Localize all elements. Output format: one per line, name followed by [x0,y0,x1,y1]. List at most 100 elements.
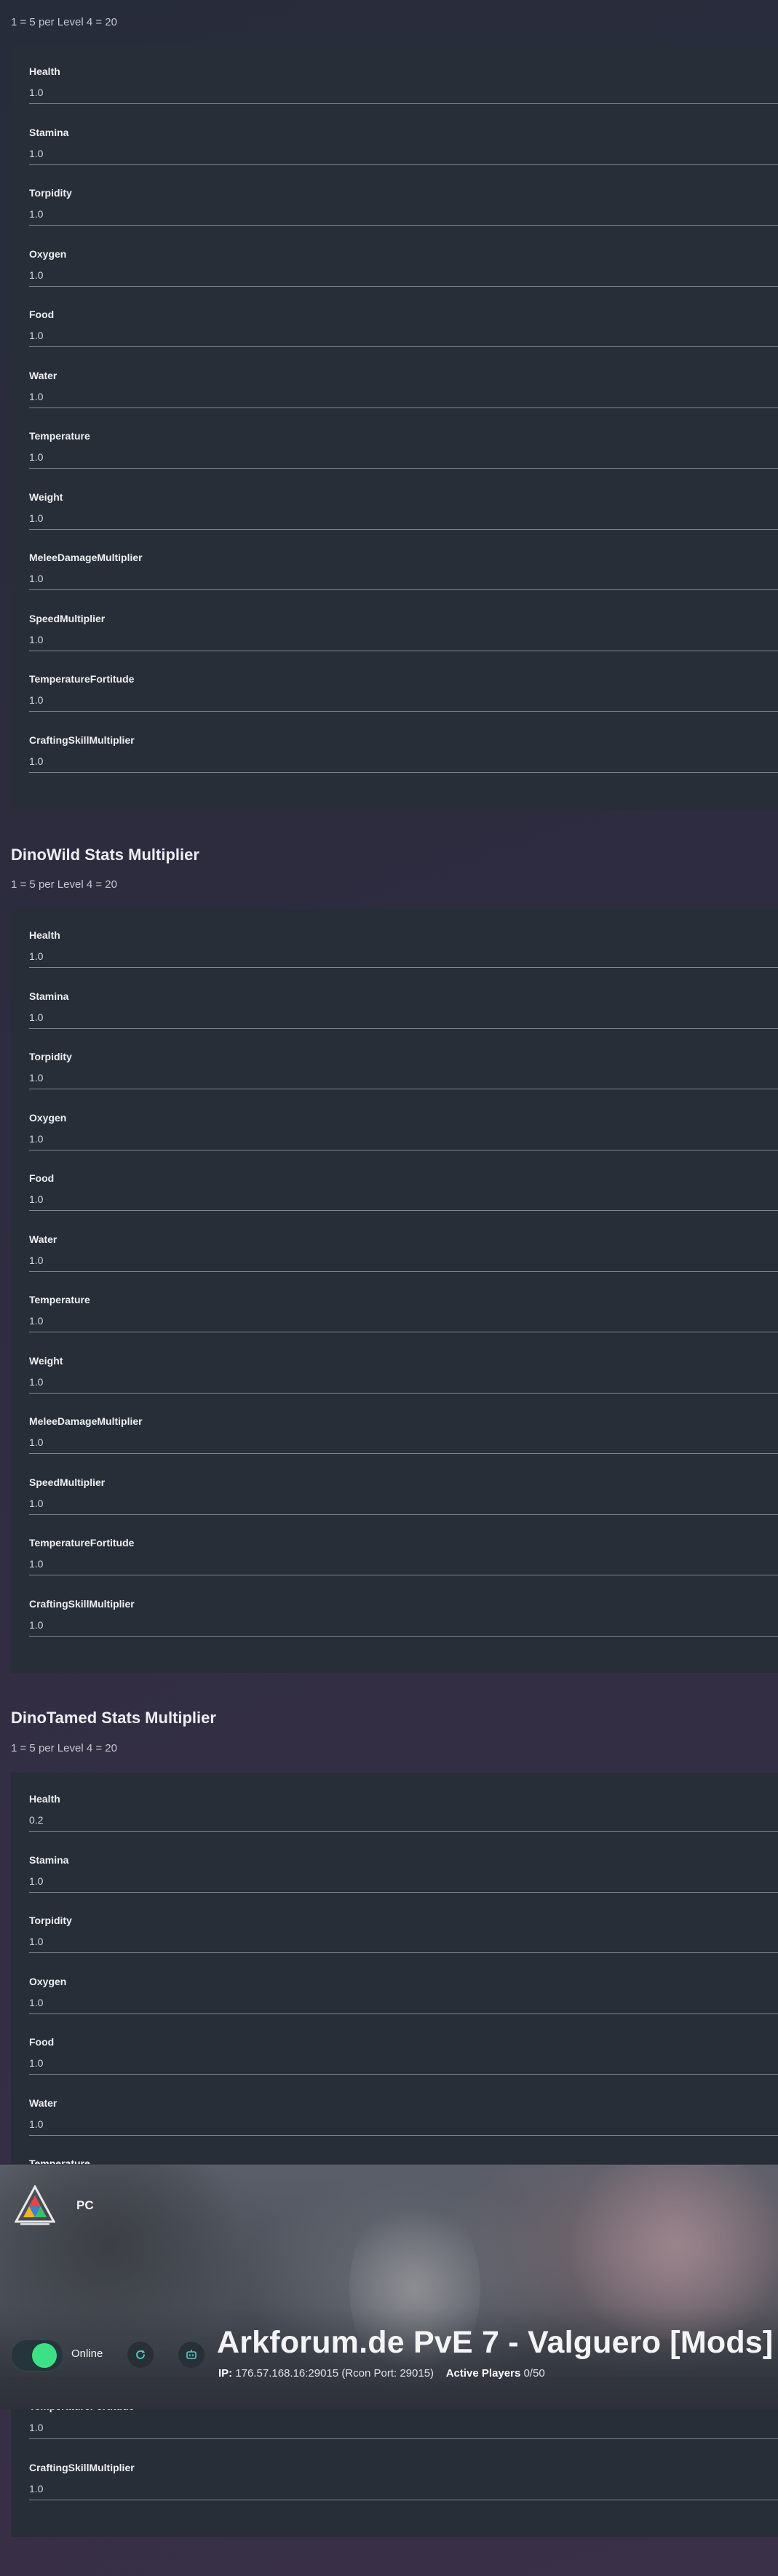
stat-label: Oxygen [29,1111,67,1124]
stat-field: Torpidity 1.0 [29,1907,778,1968]
stat-field: MeleeDamageMultiplier 1.0 [29,1408,778,1468]
stat-field: Torpidity 1.0 [29,180,778,240]
stat-field: Health 1.0 [29,922,778,982]
stat-value-input[interactable]: 1.0 [29,634,43,645]
stat-value-input[interactable]: 1.0 [29,512,43,524]
stat-value-input[interactable]: 1.0 [29,87,43,98]
stat-field: SpeedMultiplier 1.0 [29,1469,778,1530]
stat-field: Oxygen 1.0 [29,1968,778,2029]
input-underline [29,285,778,287]
stats-panel: Health 1.0 Stamina 1.0 Torpidity 1.0 Oxygen 1.0… [11,45,778,809]
stat-value-input[interactable]: 1.0 [29,1619,43,1631]
stat-value-input[interactable]: 1.0 [29,208,43,220]
section-title: DinoTamed Stats Multiplier [11,1709,216,1727]
stat-field: Stamina 1.0 [29,983,778,1043]
stat-value-input[interactable]: 1.0 [29,1011,43,1023]
stat-label: Health [29,929,60,941]
stat-field: Temperature 1.0 [29,1287,778,1347]
input-underline [29,103,778,104]
input-underline [29,225,778,226]
stat-label: Stamina [29,1853,69,1866]
stat-label: CraftingSkillMultiplier [29,2461,135,2473]
section-subtitle: 1 = 5 per Level 4 = 20 [11,16,117,28]
stat-value-input[interactable]: 1.0 [29,1936,43,1947]
stat-value-input[interactable]: 1.0 [29,1997,43,2008]
ip-label: IP: [218,2367,233,2380]
input-underline [29,1271,778,1272]
stat-value-input[interactable]: 1.0 [29,573,43,584]
input-underline [29,1392,778,1394]
input-underline [29,2438,778,2439]
stat-label: Torpidity [29,1915,72,1926]
stats-panel: Health 0.2 Stamina 1.0 Torpidity 1.0 Oxygen 1.0… [11,1773,778,2537]
stat-value-input[interactable]: 1.0 [29,269,43,281]
stat-value-input[interactable]: 1.0 [29,1255,43,1266]
online-toggle[interactable] [11,2340,63,2372]
stat-value-input[interactable]: 1.0 [29,1193,43,1205]
server-banner: PC Online Arkforum.de PvE 7 - Valguero [… [0,2164,778,2409]
stat-field: SpeedMultiplier 1.0 [29,605,778,666]
rcon-button[interactable] [178,2342,205,2368]
stat-field: CraftingSkillMultiplier 1.0 [29,1591,778,1651]
input-underline [29,1210,778,1211]
stat-value-input[interactable]: 1.0 [29,451,43,463]
stat-field: CraftingSkillMultiplier 1.0 [29,727,778,787]
refresh-button[interactable] [127,2342,154,2368]
stat-field: Water 1.0 [29,362,778,423]
input-underline [29,2134,778,2136]
stat-field: CraftingSkillMultiplier 1.0 [29,2454,778,2515]
stat-field: TemperatureFortitude 1.0 [29,1530,778,1590]
stat-field: Stamina 1.0 [29,119,778,180]
section-subtitle: 1 = 5 per Level 4 = 20 [11,1742,117,1754]
stat-value-input[interactable]: 1.0 [29,1875,43,1887]
stat-value-input[interactable]: 1.0 [29,1376,43,1388]
input-underline [29,771,778,773]
stat-field: Food 1.0 [29,301,778,362]
input-underline [29,1891,778,1893]
stat-value-input[interactable]: 1.0 [29,391,43,402]
input-underline [29,346,778,347]
stat-field: Water 1.0 [29,2090,778,2150]
stat-label: MeleeDamageMultiplier [29,552,143,563]
stat-value-input[interactable]: 1.0 [29,1315,43,1327]
stat-value-input[interactable]: 0.2 [29,1814,43,1826]
stat-field: MeleeDamageMultiplier 1.0 [29,544,778,605]
robot-icon [186,2350,197,2359]
input-underline [29,1514,778,1515]
server-name: Arkforum.de PvE 7 - Valguero [Mods] - (v [217,2325,778,2360]
stat-field: Water 1.0 [29,1226,778,1287]
stat-value-input[interactable]: 1.0 [29,694,43,706]
stat-value-input[interactable]: 1.0 [29,330,43,341]
stat-value-input[interactable]: 1.0 [29,1072,43,1084]
input-underline [29,1027,778,1029]
stat-label: Food [29,1172,55,1184]
stat-value-input[interactable]: 1.0 [29,2057,43,2069]
stat-field: Temperature 1.0 [29,423,778,483]
stat-value-input[interactable]: 1.0 [29,1436,43,1448]
stat-label: Food [29,309,55,320]
stat-field: TemperatureFortitude 1.0 [29,666,778,726]
stat-label: Weight [29,490,63,503]
stat-field: Health 1.0 [29,58,778,119]
stat-value-input[interactable]: 1.0 [29,950,43,962]
section-subtitle: 1 = 5 per Level 4 = 20 [11,878,117,891]
stat-label: Oxygen [29,1975,67,1987]
stat-value-input[interactable]: 1.0 [29,1133,43,1145]
stat-value-input[interactable]: 1.0 [29,2118,43,2130]
stat-value-input[interactable]: 1.0 [29,1498,43,1509]
stat-value-input[interactable]: 1.0 [29,1558,43,1570]
stat-value-input[interactable]: 1.0 [29,755,43,767]
players-label: Active Players [445,2367,521,2380]
stat-value-input[interactable]: 1.0 [29,148,43,159]
stat-label: CraftingSkillMultiplier [29,734,135,746]
stat-label: Weight [29,1354,63,1367]
platform-label: PC [76,2198,94,2212]
stat-label: Water [29,369,57,381]
stat-label: TemperatureFortitude [29,1537,135,1549]
ip-value: 176.57.168.16:29015 (Rcon Port: 29015) [235,2367,434,2380]
stat-value-input[interactable]: 1.0 [29,2483,43,2494]
stat-label: Water [29,2096,57,2109]
refresh-icon [136,2350,145,2359]
stat-value-input[interactable]: 1.0 [29,2422,43,2433]
stat-label: Stamina [29,990,69,1002]
